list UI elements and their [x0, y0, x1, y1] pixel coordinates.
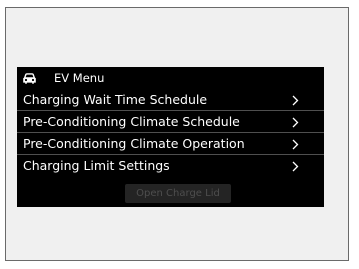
menu-item-label: Charging Limit Settings — [23, 158, 170, 173]
menu-item-label: Pre-Conditioning Climate Schedule — [23, 114, 240, 129]
page-title: EV Menu — [54, 71, 105, 85]
chevron-right-icon — [292, 117, 299, 128]
menu-item-label: Pre-Conditioning Climate Operation — [23, 136, 245, 151]
menu-item-pre-conditioning-climate-schedule[interactable]: Pre-Conditioning Climate Schedule — [17, 111, 324, 133]
open-charge-lid-button[interactable]: Open Charge Lid — [125, 184, 231, 203]
menu-item-pre-conditioning-climate-operation[interactable]: Pre-Conditioning Climate Operation — [17, 133, 324, 155]
menu-item-charging-limit-settings[interactable]: Charging Limit Settings — [17, 155, 324, 177]
menu-item-label: Charging Wait Time Schedule — [23, 92, 208, 107]
menu-list: Charging Wait Time Schedule Pre-Conditio… — [17, 89, 324, 177]
chevron-right-icon — [292, 95, 299, 106]
chevron-right-icon — [292, 139, 299, 150]
menu-item-charging-wait-time-schedule[interactable]: Charging Wait Time Schedule — [17, 89, 324, 111]
car-icon — [23, 73, 36, 84]
chevron-right-icon — [292, 161, 299, 172]
ev-menu-screen: EV Menu Charging Wait Time Schedule Pre-… — [17, 67, 324, 207]
menu-header: EV Menu — [17, 67, 324, 89]
